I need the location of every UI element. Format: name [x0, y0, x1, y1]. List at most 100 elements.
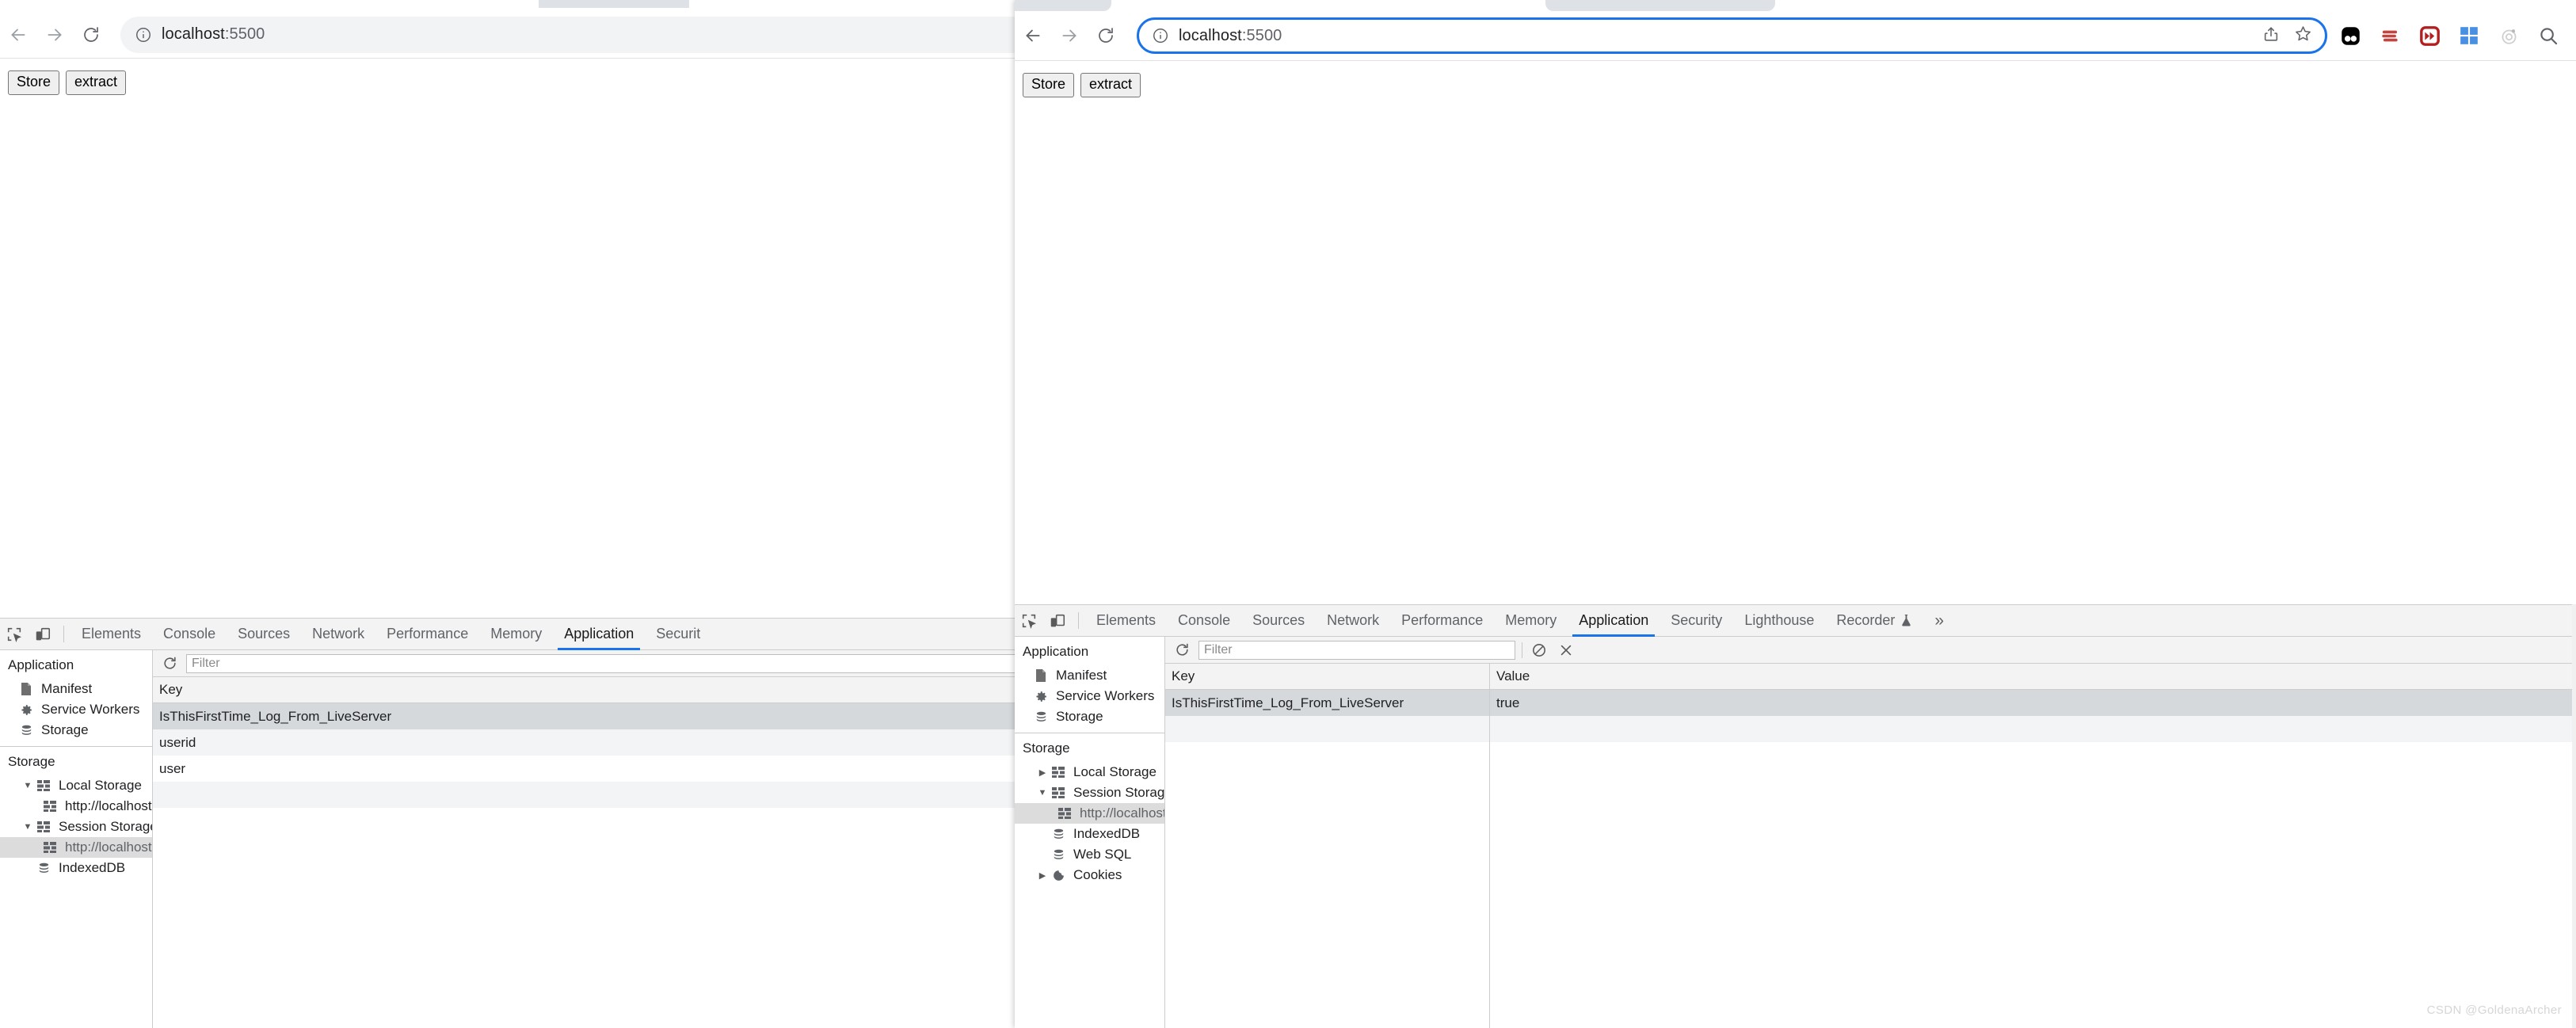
tab-network[interactable]: Network [1316, 605, 1390, 636]
refresh-icon[interactable] [159, 653, 180, 674]
device-toolbar-icon[interactable] [1043, 605, 1072, 636]
inspect-element-icon[interactable] [0, 619, 29, 649]
chevron-down-icon[interactable]: ▼ [21, 822, 35, 832]
table-row[interactable]: user [153, 756, 1163, 782]
sidebar-item-session-storage-origin[interactable]: http://localhost:5500/ [0, 837, 152, 858]
devtools-sidebar-front: Application Manifest Service Workers [1015, 637, 1165, 1028]
tab-network[interactable]: Network [301, 619, 375, 649]
table-row-empty [153, 782, 1163, 808]
filter-input-front[interactable]: Filter [1198, 641, 1515, 660]
reload-icon[interactable] [73, 17, 109, 53]
store-button[interactable]: Store [8, 70, 59, 95]
refresh-icon[interactable] [1172, 640, 1192, 661]
address-bar-back[interactable]: localhost:5500 [120, 17, 1149, 53]
chevron-right-icon[interactable]: ▶ [1035, 870, 1050, 881]
sidebar-item-storage[interactable]: Storage [1015, 706, 1164, 727]
cell-key: userid [153, 729, 1163, 756]
chevron-down-icon[interactable]: ▼ [21, 781, 35, 790]
address-bar-front[interactable]: localhost:5500 [1137, 17, 2327, 54]
table-icon [41, 801, 59, 812]
sidebar-item-label: http://localhost:5500/ [65, 798, 153, 814]
reload-icon[interactable] [1088, 17, 1124, 54]
tab-performance[interactable]: Performance [1390, 605, 1494, 636]
search-icon[interactable] [2536, 24, 2560, 48]
database-icon [1032, 710, 1050, 724]
share-icon[interactable] [2262, 25, 2280, 47]
sidebar-item-web-sql[interactable]: Web SQL [1015, 844, 1164, 865]
tab-security[interactable]: Securit [645, 619, 711, 649]
tab-memory[interactable]: Memory [479, 619, 553, 649]
sidebar-item-local-storage[interactable]: ▶ Local Storage [1015, 762, 1164, 782]
sidebar-item-local-storage-origin[interactable]: http://localhost:5500/ [0, 796, 152, 817]
address-bar-url-back: localhost:5500 [162, 25, 265, 44]
tab-elements[interactable]: Elements [1085, 605, 1167, 636]
grammarly-extension-icon[interactable] [2497, 24, 2521, 48]
cell-key: user [153, 756, 1163, 782]
extract-button[interactable]: extract [66, 70, 126, 95]
sidebar-item-storage[interactable]: Storage [0, 720, 152, 741]
back-arrow-icon[interactable] [0, 17, 36, 53]
tab-sources[interactable]: Sources [1241, 605, 1316, 636]
tab-application[interactable]: Application [553, 619, 645, 649]
no-entry-clear-icon[interactable] [1529, 640, 1549, 661]
device-toolbar-icon[interactable] [29, 619, 57, 649]
chevron-right-icon[interactable]: ▶ [1035, 767, 1050, 778]
back-arrow-icon[interactable] [1015, 17, 1051, 54]
table-row[interactable]: userid [153, 729, 1163, 756]
info-circle-icon[interactable] [135, 26, 152, 44]
sidebar-item-cookies[interactable]: ▶ Cookies [1015, 865, 1164, 885]
sidebar-item-service-workers[interactable]: Service Workers [0, 699, 152, 720]
sidebar-item-service-workers[interactable]: Service Workers [1015, 686, 1164, 706]
forward-arrow-icon[interactable] [1051, 17, 1088, 54]
tab-recorder[interactable]: Recorder [1825, 605, 1923, 636]
sidebar-item-indexeddb[interactable]: IndexedDB [1015, 824, 1164, 844]
tab-elements[interactable]: Elements [70, 619, 152, 649]
extract-button[interactable]: extract [1080, 73, 1141, 97]
tab-performance[interactable]: Performance [375, 619, 479, 649]
scrollbar[interactable] [2572, 604, 2576, 1028]
browser-tab-active[interactable] [1545, 0, 1775, 11]
tab-security[interactable]: Security [1660, 605, 1733, 636]
browser-tab-inactive[interactable] [539, 0, 689, 8]
dark-reader-extension-icon[interactable] [2338, 24, 2362, 48]
tab-memory[interactable]: Memory [1494, 605, 1568, 636]
grid-empty-area [1165, 742, 2576, 1028]
tab-console[interactable]: Console [152, 619, 227, 649]
tab-console[interactable]: Console [1167, 605, 1241, 636]
cell-key: IsThisFirstTime_Log_From_LiveServer [153, 703, 1163, 729]
sidebar-item-session-storage[interactable]: ▼ Session Storage [0, 817, 152, 837]
table-row[interactable]: IsThisFirstTime_Log_From_LiveServer true [1165, 690, 2576, 716]
column-header-value[interactable]: Value [1490, 664, 2576, 689]
sidebar-item-indexeddb[interactable]: IndexedDB [0, 858, 152, 878]
video-speed-extension-icon[interactable] [2418, 24, 2441, 48]
sidebar-item-session-storage-origin[interactable]: http://localhost:5500/ [1015, 803, 1164, 824]
tab-sources[interactable]: Sources [227, 619, 301, 649]
store-button[interactable]: Store [1023, 73, 1074, 97]
delete-x-icon[interactable] [1556, 640, 1576, 661]
star-icon[interactable] [2294, 25, 2312, 47]
sidebar-item-session-storage[interactable]: ▼ Session Storage [1015, 782, 1164, 803]
column-header-key[interactable]: Key [153, 677, 1163, 702]
devtools-panel-back: Elements Console Sources Network Perform… [0, 618, 1163, 1028]
manifest-page-icon [1032, 668, 1050, 683]
inspect-element-icon[interactable] [1015, 605, 1043, 636]
microsoft-extension-icon[interactable] [2457, 24, 2481, 48]
sidebar-item-label: Manifest [41, 681, 92, 697]
forward-arrow-icon[interactable] [36, 17, 73, 53]
more-tabs-icon[interactable]: » [1923, 605, 1955, 636]
sidebar-item-manifest[interactable]: Manifest [1015, 665, 1164, 686]
tab-lighthouse[interactable]: Lighthouse [1733, 605, 1825, 636]
database-icon [17, 724, 35, 737]
table-icon [1056, 808, 1073, 819]
info-circle-icon[interactable] [1152, 27, 1169, 44]
sidebar-item-local-storage[interactable]: ▼ Local Storage [0, 775, 152, 796]
devtools-main-back: Filter Key IsThisFirstTime_Log_From_Live… [153, 650, 1163, 1028]
sidebar-item-manifest[interactable]: Manifest [0, 679, 152, 699]
tab-application[interactable]: Application [1568, 605, 1660, 636]
express-vpn-extension-icon[interactable] [2378, 24, 2402, 48]
chevron-down-icon[interactable]: ▼ [1035, 788, 1050, 798]
sidebar-item-label: http://localhost:5500/ [1080, 805, 1165, 821]
browser-tab-inactive[interactable] [1015, 0, 1111, 11]
column-header-key[interactable]: Key [1165, 664, 1490, 689]
table-row[interactable]: IsThisFirstTime_Log_From_LiveServer [153, 703, 1163, 729]
